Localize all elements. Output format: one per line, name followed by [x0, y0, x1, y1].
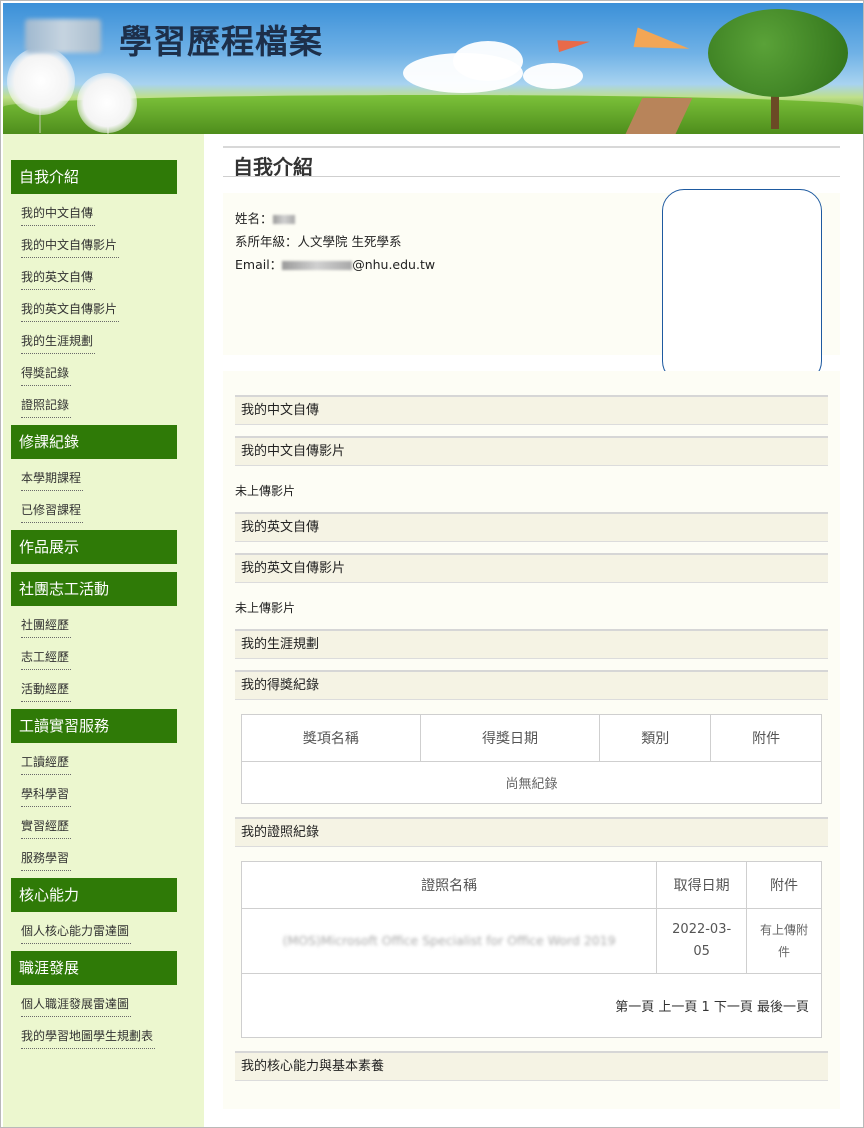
sidebar-item-career-radar[interactable]: 個人職涯發展雷達圖	[21, 992, 132, 1017]
certs-col-name: 證照名稱	[240, 861, 658, 909]
tree-decoration	[708, 9, 848, 97]
sidebar-item-subject-learning[interactable]: 學科學習	[21, 782, 72, 807]
cloud-decoration	[453, 41, 523, 81]
page-frame: 學習歷程檔案 自我介紹 我的中文自傳 我的中文自傳影片 我的英文自傳 我的英文自…	[0, 0, 864, 1128]
awards-table: 獎項名稱 得獎日期 類別 附件 尚無紀錄	[241, 714, 822, 804]
portfolio-sections: 我的中文自傳 我的中文自傳影片 未上傳影片 我的英文自傳 我的英文自傳影片 未上…	[223, 371, 840, 1109]
cloud-decoration	[523, 63, 583, 89]
table-header-row: 證照名稱 取得日期 附件	[240, 861, 822, 909]
cert-name: (MOS)Microsoft Office Specialist for Off…	[282, 933, 616, 948]
dandelion-icon	[7, 47, 75, 115]
sidebar-item-club-exp[interactable]: 社團經歷	[21, 613, 72, 638]
sidebar-item-volunteer-exp[interactable]: 志工經歷	[21, 645, 72, 670]
sidebar-section-works[interactable]: 作品展示	[11, 530, 177, 564]
section-en-video: 我的英文自傳影片	[235, 553, 828, 583]
sidebar-item-career[interactable]: 我的生涯規劃	[21, 329, 96, 354]
profile-name-row: 姓名：	[235, 208, 295, 227]
awards-col-category: 類別	[599, 714, 712, 762]
sidebar-list-courses: 本學期課程 已修習課程	[3, 466, 204, 530]
section-cn-video: 我的中文自傳影片	[235, 436, 828, 466]
sidebar-section-clubs[interactable]: 社團志工活動	[11, 572, 177, 606]
profile-dept-row: 系所年級：人文學院 生死學系	[235, 231, 402, 250]
awards-empty: 尚無紀錄	[241, 761, 822, 804]
sidebar-item-work-exp[interactable]: 工讀經歷	[21, 750, 72, 775]
sidebar-section-core[interactable]: 核心能力	[11, 878, 177, 912]
dept-label: 系所年級：	[235, 234, 298, 249]
paper-plane-icon	[557, 35, 591, 53]
sidebar-section-intro[interactable]: 自我介紹	[11, 160, 177, 194]
sidebar-list-core: 個人核心能力雷達圖	[3, 919, 204, 951]
sidebar-section-career[interactable]: 職涯發展	[11, 951, 177, 985]
redacted-name	[25, 19, 101, 53]
section-core: 我的核心能力與基本素養	[235, 1051, 828, 1081]
dandelion-icon	[77, 73, 137, 133]
cn-video-note: 未上傳影片	[235, 484, 296, 498]
divider	[223, 146, 840, 148]
sidebar-item-cn-bio[interactable]: 我的中文自傳	[21, 201, 96, 226]
section-cn-bio: 我的中文自傳	[235, 395, 828, 425]
section-awards: 我的得獎紀錄	[235, 670, 828, 700]
pagination[interactable]: 第一頁 上一頁 1 下一頁 最後一頁	[241, 973, 822, 1038]
section-career: 我的生涯規劃	[235, 629, 828, 659]
sidebar-item-core-radar[interactable]: 個人核心能力雷達圖	[21, 919, 132, 944]
sidebar-item-past-courses[interactable]: 已修習課程	[21, 498, 84, 523]
sidebar-item-cn-video[interactable]: 我的中文自傳影片	[21, 233, 120, 258]
cert-name-cell: (MOS)Microsoft Office Specialist for Off…	[240, 908, 658, 974]
table-header-row: 獎項名稱 得獎日期 類別 附件	[241, 714, 822, 762]
sidebar-list-clubs: 社團經歷 志工經歷 活動經歷	[3, 613, 204, 709]
profile-email-row: Email： @nhu.edu.tw	[235, 254, 435, 273]
sidebar-section-courses[interactable]: 修課紀錄	[11, 425, 177, 459]
sidebar-item-awards[interactable]: 得獎記錄	[21, 361, 72, 386]
sidebar-item-activity-exp[interactable]: 活動經歷	[21, 677, 72, 702]
awards-col-attachment: 附件	[710, 714, 822, 762]
certs-col-attachment: 附件	[746, 861, 822, 909]
sidebar-item-internship[interactable]: 實習經歷	[21, 814, 72, 839]
sidebar-item-learning-map[interactable]: 我的學習地圖學生規劃表	[21, 1024, 156, 1049]
sidebar-list-intro: 我的中文自傳 我的中文自傳影片 我的英文自傳 我的英文自傳影片 我的生涯規劃 得…	[3, 201, 204, 425]
table-row: (MOS)Microsoft Office Specialist for Off…	[240, 908, 822, 974]
redacted-email	[282, 261, 353, 270]
email-label: Email：	[235, 257, 283, 272]
en-video-note: 未上傳影片	[235, 601, 296, 615]
name-label: 姓名：	[235, 211, 273, 226]
site-title: 學習歷程檔案	[119, 22, 323, 61]
sidebar-item-current-courses[interactable]: 本學期課程	[21, 466, 84, 491]
certs-col-date: 取得日期	[656, 861, 748, 909]
sidebar-list-career: 個人職涯發展雷達圖 我的學習地圖學生規劃表	[3, 992, 204, 1056]
sidebar-item-en-bio[interactable]: 我的英文自傳	[21, 265, 96, 290]
sidebar: 自我介紹 我的中文自傳 我的中文自傳影片 我的英文自傳 我的英文自傳影片 我的生…	[3, 134, 204, 1127]
sidebar-item-en-video[interactable]: 我的英文自傳影片	[21, 297, 120, 322]
pager-row: 第一頁 上一頁 1 下一頁 最後一頁	[241, 973, 822, 1038]
paper-plane-icon	[633, 27, 692, 59]
awards-col-date: 得獎日期	[419, 714, 601, 762]
sidebar-section-work-study[interactable]: 工讀實習服務	[11, 709, 177, 743]
certs-table: 證照名稱 取得日期 附件 (MOS)Microsoft Office Speci…	[240, 861, 822, 1038]
main-content: 自我介紹 姓名： 系所年級：人文學院 生死學系 Email： @nhu.edu.t…	[223, 134, 840, 1127]
table-row: 尚無紀錄	[241, 761, 822, 804]
header-banner: 學習歷程檔案	[3, 3, 863, 134]
cert-date: 2022-03-05	[656, 908, 748, 974]
profile-photo	[662, 189, 822, 383]
section-certs: 我的證照紀錄	[235, 817, 828, 847]
sidebar-list-work-study: 工讀經歷 學科學習 實習經歷 服務學習	[3, 750, 204, 878]
awards-col-name: 獎項名稱	[241, 714, 421, 762]
redacted-name	[272, 215, 295, 224]
cert-attachment[interactable]: 有上傳附件	[746, 908, 822, 974]
divider	[223, 176, 840, 177]
dept-value: 人文學院 生死學系	[297, 234, 402, 249]
email-domain: @nhu.edu.tw	[352, 257, 436, 272]
section-en-bio: 我的英文自傳	[235, 512, 828, 542]
sidebar-item-service-learning[interactable]: 服務學習	[21, 846, 72, 871]
sidebar-item-certs[interactable]: 證照記錄	[21, 393, 72, 418]
